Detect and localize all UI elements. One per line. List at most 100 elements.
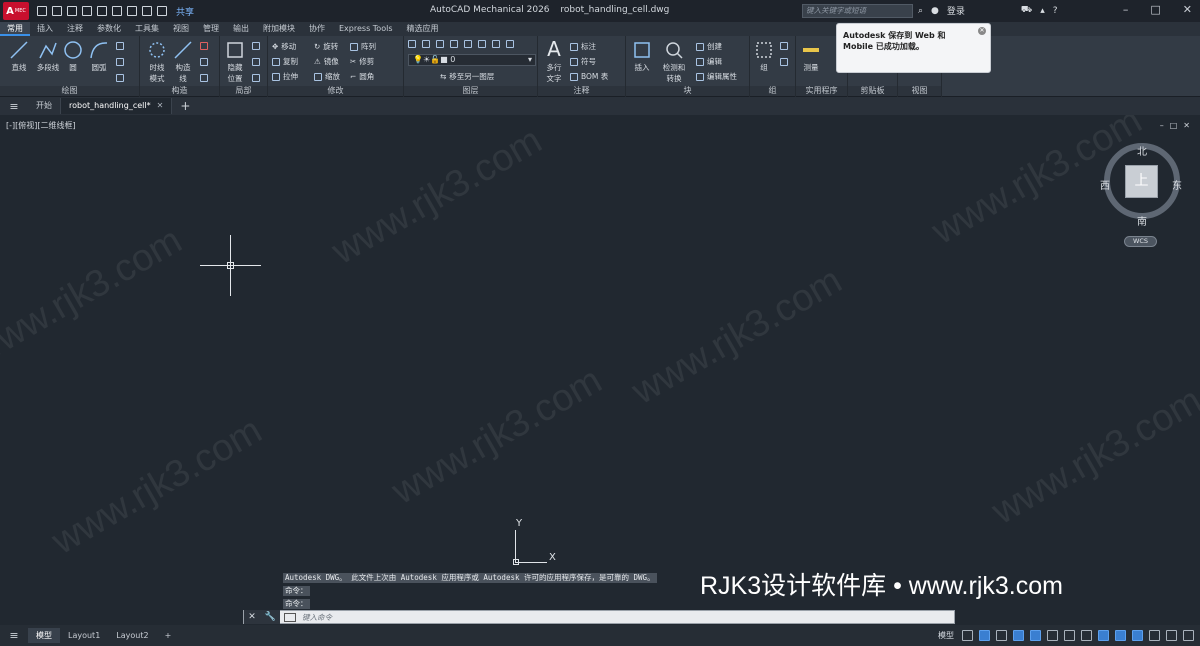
isolate-icon[interactable] bbox=[1132, 630, 1143, 641]
add-tab-button[interactable]: + bbox=[180, 99, 190, 113]
tab-10[interactable]: Express Tools bbox=[332, 22, 400, 36]
tab-8[interactable]: 附加模块 bbox=[256, 22, 302, 36]
trim-tool[interactable]: ✂ 修剪 bbox=[350, 56, 374, 67]
viewcube-north[interactable]: 北 bbox=[1137, 143, 1147, 158]
customize-icon[interactable] bbox=[1183, 630, 1194, 641]
viewport-minimize[interactable]: – bbox=[1160, 121, 1164, 130]
panel-title-utilities[interactable]: 实用程序 bbox=[796, 86, 847, 96]
close-command-icon[interactable]: ✕ bbox=[248, 612, 256, 622]
layer-properties-icon[interactable] bbox=[408, 40, 416, 48]
tab-start[interactable]: 开始 bbox=[28, 98, 61, 114]
plot-icon[interactable] bbox=[112, 6, 122, 16]
viewcube-west[interactable]: 西 bbox=[1100, 177, 1110, 192]
create-block-tool[interactable]: 创建 bbox=[696, 41, 722, 52]
panel-title-modify[interactable]: 修改 bbox=[268, 86, 403, 96]
layer-state-icon[interactable] bbox=[422, 40, 430, 48]
command-prompt-icon[interactable] bbox=[284, 612, 296, 622]
draw-more-2[interactable] bbox=[116, 58, 124, 66]
tab-5[interactable]: 视图 bbox=[166, 22, 196, 36]
insert-tool[interactable]: 插入 bbox=[630, 40, 654, 73]
construct-more-1[interactable] bbox=[200, 42, 208, 50]
redo-icon[interactable] bbox=[142, 6, 152, 16]
gear-icon[interactable] bbox=[1064, 630, 1075, 641]
workspace-icon[interactable] bbox=[157, 6, 167, 16]
model-space-toggle[interactable]: 模型 bbox=[938, 630, 954, 641]
annotation-icon[interactable] bbox=[1098, 630, 1109, 641]
restore-button[interactable]: □ bbox=[1150, 3, 1160, 16]
hamburger-menu-icon[interactable]: ≡ bbox=[0, 100, 28, 113]
draw-more-1[interactable] bbox=[116, 42, 124, 50]
layer-dropdown[interactable]: 💡☀🔓■ 0 ▾ bbox=[408, 54, 536, 66]
detail-more-2[interactable] bbox=[252, 58, 260, 66]
construction-line-tool[interactable]: 构造 线 bbox=[170, 40, 196, 84]
layer-lock-icon[interactable] bbox=[478, 40, 486, 48]
fillet-tool[interactable]: ⌐ 圆角 bbox=[350, 71, 374, 82]
viewcube-east[interactable]: 东 bbox=[1172, 177, 1182, 192]
symbol-tool[interactable]: 符号 bbox=[570, 56, 596, 67]
tab-9[interactable]: 协作 bbox=[302, 22, 332, 36]
stretch-tool[interactable]: 拉伸 bbox=[272, 71, 298, 82]
rotate-tool[interactable]: ↻ 旋转 bbox=[314, 41, 338, 52]
panel-title-block[interactable]: 块 bbox=[626, 86, 749, 96]
construct-more-2[interactable] bbox=[200, 58, 208, 66]
close-icon[interactable]: ✕ bbox=[978, 27, 986, 35]
ortho-icon[interactable] bbox=[1013, 630, 1024, 641]
viewcube-south[interactable]: 南 bbox=[1137, 213, 1147, 228]
print-icon[interactable] bbox=[97, 6, 107, 16]
customize-wrench-icon[interactable]: 🔧 bbox=[264, 612, 275, 622]
workspace-icon[interactable] bbox=[1115, 630, 1126, 641]
bom-tool[interactable]: BOM 表 bbox=[570, 71, 608, 82]
wcs-menu[interactable]: WCS bbox=[1124, 236, 1157, 247]
mirror-tool[interactable]: ⚠ 镜像 bbox=[314, 56, 339, 67]
detail-more-1[interactable] bbox=[252, 42, 260, 50]
tab-model[interactable]: 模型 bbox=[28, 628, 60, 643]
panel-title-layers[interactable]: 图层 bbox=[404, 86, 537, 96]
app-logo-icon[interactable]: A MEC bbox=[3, 2, 29, 20]
user-icon[interactable]: ● bbox=[931, 6, 939, 16]
tab-layout2[interactable]: Layout2 bbox=[108, 628, 156, 643]
detail-more-3[interactable] bbox=[252, 74, 260, 82]
timeline-mode-tool[interactable]: 时线 模式 bbox=[144, 40, 170, 84]
viewport-close[interactable]: ✕ bbox=[1183, 121, 1190, 130]
scale-tool[interactable]: 缩放 bbox=[314, 71, 340, 82]
tab-4[interactable]: 工具集 bbox=[128, 22, 166, 36]
viewport-label[interactable]: [-][俯视][二维线框] bbox=[6, 120, 76, 131]
panel-title-draw[interactable]: 绘图 bbox=[0, 86, 139, 96]
login-button[interactable]: 登录 bbox=[947, 4, 965, 17]
dimension-tool[interactable]: 标注 bbox=[570, 41, 596, 52]
polyline-tool[interactable]: 多段线 bbox=[35, 40, 61, 73]
panel-title-annotation[interactable]: 注释 bbox=[538, 86, 625, 96]
cart-icon[interactable]: ⛟ bbox=[1021, 5, 1032, 16]
layer-walk-icon[interactable] bbox=[506, 40, 514, 48]
edit-attr-tool[interactable]: 编辑属性 bbox=[696, 71, 737, 82]
infer-icon[interactable] bbox=[996, 630, 1007, 641]
group-tool[interactable]: 组 bbox=[754, 40, 774, 73]
construct-more-3[interactable] bbox=[200, 74, 208, 82]
layer-isolate-icon[interactable] bbox=[450, 40, 458, 48]
clean-screen-icon[interactable] bbox=[1166, 630, 1177, 641]
viewport-maximize[interactable]: □ bbox=[1170, 121, 1178, 130]
layer-match-icon[interactable] bbox=[492, 40, 500, 48]
hardware-icon[interactable] bbox=[1149, 630, 1160, 641]
mtext-tool[interactable]: A 多行 文字 bbox=[542, 38, 566, 84]
tab-1[interactable]: 插入 bbox=[30, 22, 60, 36]
tab-0[interactable]: 常用 bbox=[0, 22, 30, 36]
person-icon[interactable]: ▴ bbox=[1040, 6, 1045, 16]
tab-6[interactable]: 管理 bbox=[196, 22, 226, 36]
edit-block-tool[interactable]: 编辑 bbox=[696, 56, 722, 67]
polar-icon[interactable] bbox=[1030, 630, 1041, 641]
command-input[interactable]: 键入命令 bbox=[296, 612, 332, 623]
copy-tool[interactable]: 复制 bbox=[272, 56, 298, 67]
viewcube-top-face[interactable]: 上 bbox=[1125, 165, 1158, 198]
measure-tool[interactable]: 测量 bbox=[800, 40, 822, 73]
save-icon[interactable] bbox=[67, 6, 77, 16]
drawing-canvas[interactable]: www.rjk3.com www.rjk3.com www.rjk3.com w… bbox=[0, 115, 1200, 625]
tab-close-icon[interactable]: ✕ bbox=[157, 101, 164, 110]
panel-title-group[interactable]: 组 bbox=[750, 86, 795, 96]
search-input[interactable]: 键入关键字或短语 bbox=[802, 4, 913, 18]
tab-2[interactable]: 注释 bbox=[60, 22, 90, 36]
undo-icon[interactable] bbox=[127, 6, 137, 16]
tab-7[interactable]: 输出 bbox=[226, 22, 256, 36]
array-tool[interactable]: 阵列 bbox=[350, 41, 376, 52]
line-tool[interactable]: 直线 bbox=[6, 40, 32, 73]
